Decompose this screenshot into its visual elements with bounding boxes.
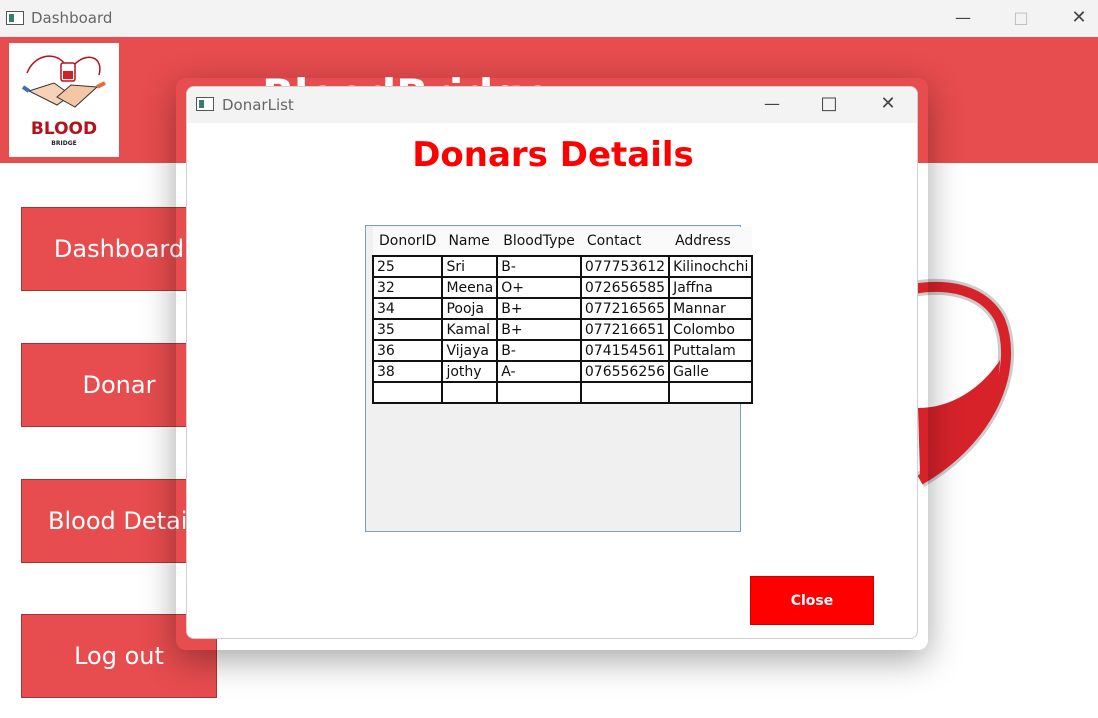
cell-contact[interactable]: 077753612: [579, 255, 671, 278]
table-row[interactable]: 38 jothy A- 076556256 Galle: [371, 360, 754, 383]
cell-address[interactable]: Mannar: [668, 297, 754, 320]
column-header-donorid[interactable]: DonorID: [373, 227, 443, 256]
minimize-icon[interactable]: —: [949, 8, 977, 27]
donar-list-dialog: DonarList — □ ✕ Donars Details DonorID N…: [186, 86, 918, 639]
dialog-close-icon[interactable]: ✕: [874, 93, 902, 114]
cell-donorid[interactable]: 35: [371, 318, 444, 341]
table-header-row: DonorID Name BloodType Contact Address: [373, 227, 753, 256]
dialog-maximize-icon[interactable]: □: [815, 93, 843, 114]
handshake-blood-icon: [21, 55, 106, 108]
cell-name[interactable]: Meena: [441, 276, 499, 299]
logo-subtext: BRIDGE: [51, 140, 77, 147]
cell-name[interactable]: Pooja: [441, 297, 499, 320]
cell-donorid[interactable]: [371, 381, 444, 404]
column-header-bloodtype[interactable]: BloodType: [497, 227, 581, 256]
cell-bloodtype[interactable]: B-: [496, 255, 582, 278]
logo-text: BLOOD: [30, 119, 98, 139]
dialog-heading: Donars Details: [412, 135, 694, 175]
dialog-app-icon: [196, 97, 214, 111]
column-header-name[interactable]: Name: [442, 227, 498, 256]
cell-bloodtype[interactable]: B+: [496, 318, 582, 341]
cell-donorid[interactable]: 36: [371, 339, 444, 362]
table-row[interactable]: 32 Meena O+ 072656585 Jaffna: [371, 276, 754, 299]
cell-contact[interactable]: [579, 381, 671, 404]
table-new-row[interactable]: [371, 381, 754, 404]
dialog-title: DonarList: [222, 96, 294, 114]
cell-bloodtype[interactable]: O+: [496, 276, 582, 299]
close-icon[interactable]: ✕: [1065, 7, 1093, 28]
cell-address[interactable]: Jaffna: [668, 276, 754, 299]
cell-contact[interactable]: 072656585: [579, 276, 671, 299]
cell-donorid[interactable]: 32: [371, 276, 444, 299]
table-row[interactable]: 34 Pooja B+ 077216565 Mannar: [371, 297, 754, 320]
cell-address[interactable]: Galle: [668, 360, 754, 383]
cell-contact[interactable]: 077216651: [579, 318, 671, 341]
column-header-contact[interactable]: Contact: [580, 227, 670, 256]
cell-name[interactable]: Vijaya: [441, 339, 499, 362]
cell-donorid[interactable]: 34: [371, 297, 444, 320]
cell-address[interactable]: Puttalam: [668, 339, 754, 362]
main-titlebar: Dashboard — □ ✕: [0, 0, 1098, 37]
cell-bloodtype[interactable]: B+: [496, 297, 582, 320]
close-button[interactable]: Close: [750, 576, 874, 625]
cell-name[interactable]: jothy: [441, 360, 499, 383]
maximize-icon: □: [1013, 8, 1029, 27]
table-row[interactable]: 25 Sri B- 077753612 Kilinochchi: [371, 255, 754, 278]
logo-image: BLOOD BRIDGE: [9, 43, 119, 157]
cell-address[interactable]: [668, 381, 754, 404]
cell-contact[interactable]: 076556256: [579, 360, 671, 383]
cell-name[interactable]: Kamal: [441, 318, 499, 341]
cell-name[interactable]: Sri: [441, 255, 499, 278]
cell-donorid[interactable]: 25: [371, 255, 444, 278]
dialog-minimize-icon[interactable]: —: [758, 94, 786, 113]
dialog-titlebar: DonarList — □ ✕: [187, 87, 917, 123]
cell-bloodtype[interactable]: [496, 381, 582, 404]
donor-table: DonorID Name BloodType Contact Address 2…: [371, 227, 754, 404]
cell-contact[interactable]: 074154561: [579, 339, 671, 362]
app-icon: [6, 11, 24, 25]
table-row[interactable]: 35 Kamal B+ 077216651 Colombo: [371, 318, 754, 341]
cell-contact[interactable]: 077216565: [579, 297, 671, 320]
cell-address[interactable]: Colombo: [668, 318, 754, 341]
cell-bloodtype[interactable]: B-: [496, 339, 582, 362]
window-title: Dashboard: [31, 9, 113, 27]
cell-bloodtype[interactable]: A-: [496, 360, 582, 383]
cell-name[interactable]: [441, 381, 499, 404]
table-row[interactable]: 36 Vijaya B- 074154561 Puttalam: [371, 339, 754, 362]
donor-data-grid[interactable]: DonorID Name BloodType Contact Address 2…: [365, 225, 754, 532]
cell-donorid[interactable]: 38: [371, 360, 444, 383]
column-header-address[interactable]: Address: [669, 227, 753, 256]
cell-address[interactable]: Kilinochchi: [668, 255, 754, 278]
